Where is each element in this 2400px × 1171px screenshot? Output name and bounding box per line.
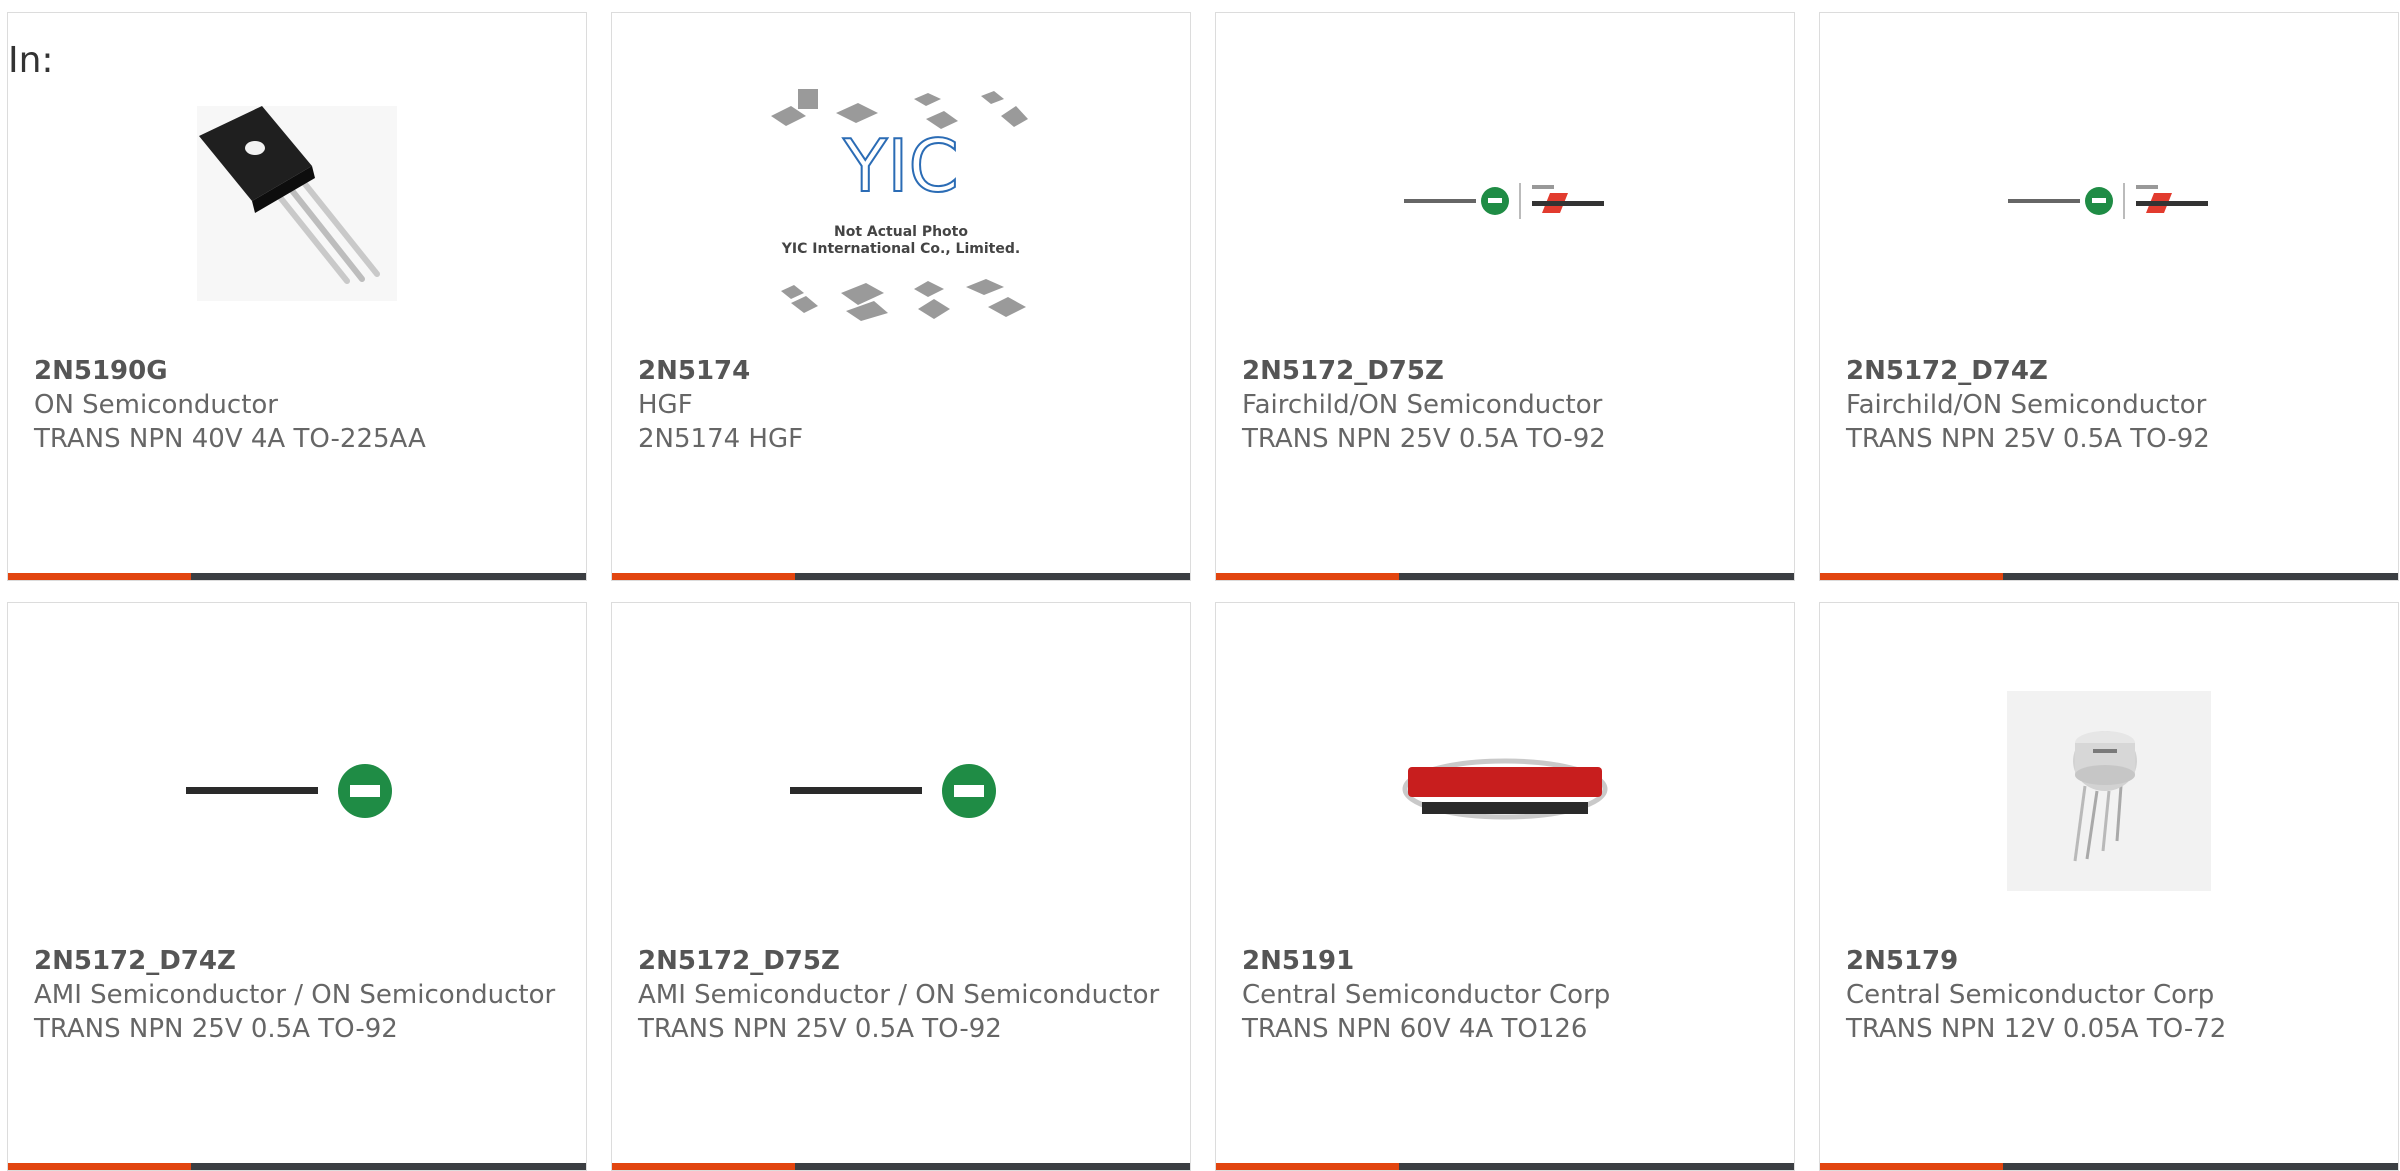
card-bar bbox=[8, 573, 586, 580]
description: TRANS NPN 25V 0.5A TO-92 bbox=[1242, 424, 1606, 454]
part-number[interactable]: 2N5179 bbox=[1846, 944, 2378, 978]
description: TRANS NPN 12V 0.05A TO-72 bbox=[1846, 1014, 2227, 1044]
product-card[interactable]: 2N5172_D74Z Fairchild/ON Semiconductor T… bbox=[1819, 12, 2399, 581]
product-card[interactable]: 2N5190G ON Semiconductor TRANS NPN 40V 4… bbox=[7, 12, 587, 581]
part-number[interactable]: 2N5172_D74Z bbox=[1846, 354, 2378, 388]
manufacturer: Central Semiconductor Corp bbox=[1242, 980, 1611, 1010]
part-number[interactable]: 2N5191 bbox=[1242, 944, 1774, 978]
card-bar-accent bbox=[1216, 573, 1399, 580]
product-image[interactable] bbox=[1216, 658, 1794, 923]
product-card[interactable]: YIC Not Actual Photo YIC International C… bbox=[611, 12, 1191, 581]
part-number[interactable]: 2N5172_D75Z bbox=[1242, 354, 1774, 388]
transistor-to225-photo-icon bbox=[197, 105, 397, 301]
product-info: 2N5172_D75Z AMI Semiconductor / ON Semic… bbox=[638, 944, 1170, 1046]
card-bar bbox=[612, 573, 1190, 580]
description: TRANS NPN 25V 0.5A TO-92 bbox=[638, 1014, 1002, 1044]
product-image[interactable]: YIC Not Actual Photo YIC International C… bbox=[612, 68, 1190, 333]
product-image[interactable] bbox=[8, 658, 586, 923]
product-card[interactable]: 2N5172_D75Z Fairchild/ON Semiconductor T… bbox=[1215, 12, 1795, 581]
card-bar bbox=[1216, 573, 1794, 580]
manufacturer: ON Semiconductor bbox=[34, 390, 278, 420]
description: TRANS NPN 25V 0.5A TO-92 bbox=[1846, 424, 2210, 454]
svg-text:YIC: YIC bbox=[842, 124, 959, 208]
description: TRANS NPN 40V 4A TO-225AA bbox=[34, 424, 426, 454]
central-semiconductor-logo-icon bbox=[1402, 758, 1608, 819]
on-fairchild-logo-icon bbox=[2008, 182, 2208, 219]
product-info: 2N5172_D74Z Fairchild/ON Semiconductor T… bbox=[1846, 354, 2378, 456]
yic-placeholder-icon: YIC Not Actual Photo YIC International C… bbox=[771, 88, 1028, 321]
product-image[interactable] bbox=[1820, 68, 2398, 333]
description: TRANS NPN 25V 0.5A TO-92 bbox=[34, 1014, 398, 1044]
on-fairchild-logo-icon bbox=[1404, 182, 1604, 219]
manufacturer: Fairchild/ON Semiconductor bbox=[1242, 390, 1603, 420]
manufacturer: HGF bbox=[638, 390, 693, 420]
product-info: 2N5174 HGF 2N5174 HGF bbox=[638, 354, 1170, 456]
product-image[interactable] bbox=[1820, 658, 2398, 923]
filter-label: In: bbox=[8, 40, 54, 81]
product-card[interactable]: 2N5172_D75Z AMI Semiconductor / ON Semic… bbox=[611, 602, 1191, 1171]
product-info: 2N5191 Central Semiconductor Corp TRANS … bbox=[1242, 944, 1774, 1046]
product-info: 2N5172_D74Z AMI Semiconductor / ON Semic… bbox=[34, 944, 566, 1046]
card-bar-accent bbox=[8, 573, 191, 580]
manufacturer: AMI Semiconductor / ON Semiconductor bbox=[638, 980, 1160, 1010]
part-number[interactable]: 2N5172_D75Z bbox=[638, 944, 1170, 978]
svg-text:Not Actual Photo: Not Actual Photo bbox=[834, 224, 968, 240]
product-card[interactable]: 2N5191 Central Semiconductor Corp TRANS … bbox=[1215, 602, 1795, 1171]
description: 2N5174 HGF bbox=[638, 424, 804, 454]
description: TRANS NPN 60V 4A TO126 bbox=[1242, 1014, 1588, 1044]
transistor-to72-photo-icon bbox=[2007, 690, 2211, 891]
product-info: 2N5190G ON Semiconductor TRANS NPN 40V 4… bbox=[34, 354, 566, 456]
product-info: 2N5179 Central Semiconductor Corp TRANS … bbox=[1846, 944, 2378, 1046]
product-image[interactable] bbox=[612, 658, 1190, 923]
on-semiconductor-logo-icon bbox=[790, 763, 996, 818]
product-info: 2N5172_D75Z Fairchild/ON Semiconductor T… bbox=[1242, 354, 1774, 456]
manufacturer: Fairchild/ON Semiconductor bbox=[1846, 390, 2207, 420]
manufacturer: AMI Semiconductor / ON Semiconductor bbox=[34, 980, 556, 1010]
product-grid: 2N5190G ON Semiconductor TRANS NPN 40V 4… bbox=[7, 12, 2400, 1171]
part-number[interactable]: 2N5174 bbox=[638, 354, 1170, 388]
product-card[interactable]: 2N5172_D74Z AMI Semiconductor / ON Semic… bbox=[7, 602, 587, 1171]
manufacturer: Central Semiconductor Corp bbox=[1846, 980, 2215, 1010]
card-bar-accent bbox=[612, 573, 795, 580]
card-bar-accent bbox=[1820, 573, 2003, 580]
part-number[interactable]: 2N5172_D74Z bbox=[34, 944, 566, 978]
on-semiconductor-logo-icon bbox=[186, 763, 392, 818]
card-bar bbox=[1820, 573, 2398, 580]
product-image[interactable] bbox=[8, 68, 586, 333]
part-number[interactable]: 2N5190G bbox=[34, 354, 566, 388]
product-card[interactable]: 2N5179 Central Semiconductor Corp TRANS … bbox=[1819, 602, 2399, 1171]
svg-text:YIC International Co., Limited: YIC International Co., Limited. bbox=[781, 241, 1020, 257]
product-image[interactable] bbox=[1216, 68, 1794, 333]
